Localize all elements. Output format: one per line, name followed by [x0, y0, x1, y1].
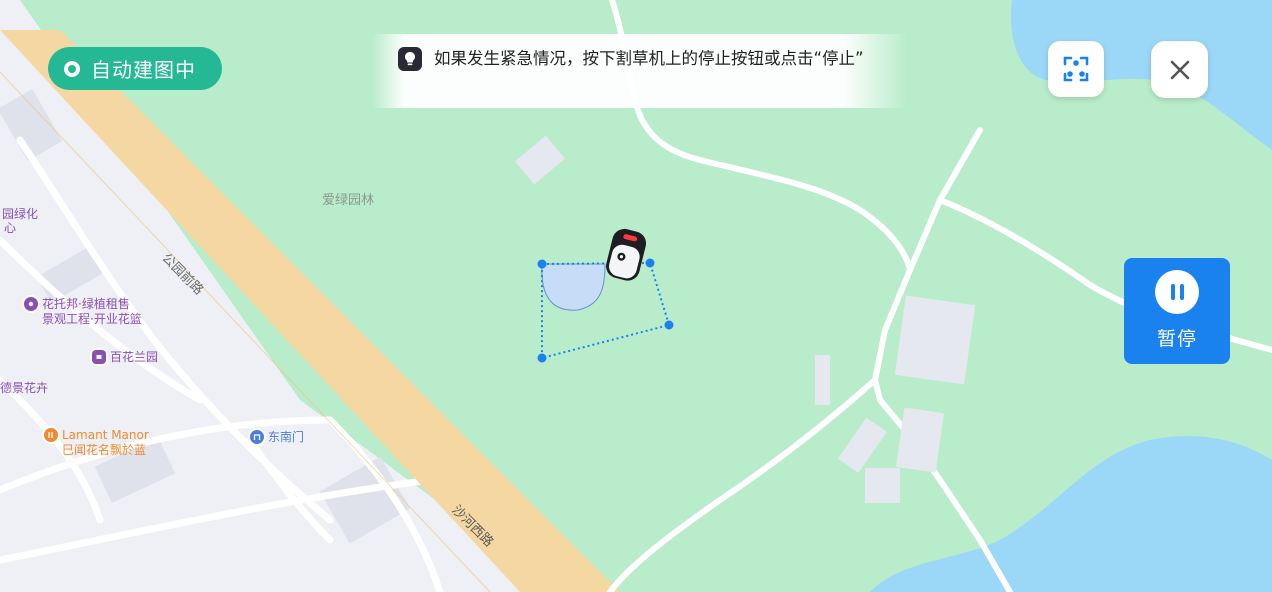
scan-recenter-icon [1063, 56, 1089, 82]
mapping-status-badge: 自动建图中 [48, 47, 222, 90]
poi-title: 花托邦·绿植租售 [42, 297, 130, 311]
close-icon [1170, 60, 1189, 79]
area-label: 爱绿园林 [322, 193, 375, 208]
poi-marker[interactable]: 花托邦·绿植租售 景观工程·开业花篮 [24, 297, 142, 327]
poi-title: 百花兰园 [110, 350, 159, 364]
scan-recenter-button[interactable] [1048, 41, 1104, 97]
side-label: 心 [4, 221, 17, 235]
mower-robot-icon [606, 228, 647, 281]
poi-marker[interactable]: 东南门 [250, 430, 304, 445]
poi-title: 东南门 [268, 430, 305, 444]
flower-pin-icon [24, 297, 38, 311]
shop-pin-icon [92, 350, 106, 364]
poi-subtitle: 巳闻花名飘於蓝 [62, 443, 147, 457]
side-label: 德景花卉 [0, 381, 49, 395]
tip-text: 如果发生紧急情况，按下割草机上的停止按钮或点击“停止” [434, 49, 864, 68]
lightbulb-icon [398, 47, 422, 71]
map-view[interactable]: 公园前路 沙河西路 爱绿园林 园绿化 心 德景花卉 花托邦·绿植租售 景观工程·… [0, 0, 1272, 592]
pause-icon [1155, 270, 1199, 314]
poi-marker[interactable]: Lamant Manor 巳闻花名飘於蓝 [44, 428, 149, 458]
poi-title: Lamant Manor [62, 428, 149, 442]
status-dot-icon [64, 60, 80, 77]
pause-label: 暂停 [1156, 328, 1197, 350]
side-label: 园绿化 [2, 207, 39, 221]
food-pin-icon [44, 428, 58, 442]
close-button[interactable] [1151, 41, 1208, 98]
pause-button[interactable]: 暂停 [1124, 258, 1230, 364]
poi-marker[interactable]: 百花兰园 [92, 350, 158, 365]
gate-pin-icon [250, 430, 264, 444]
status-label: 自动建图中 [91, 58, 196, 82]
emergency-tip-banner: 如果发生紧急情况，按下割草机上的停止按钮或点击“停止” [372, 34, 908, 108]
poi-subtitle: 景观工程·开业花篮 [42, 312, 142, 326]
